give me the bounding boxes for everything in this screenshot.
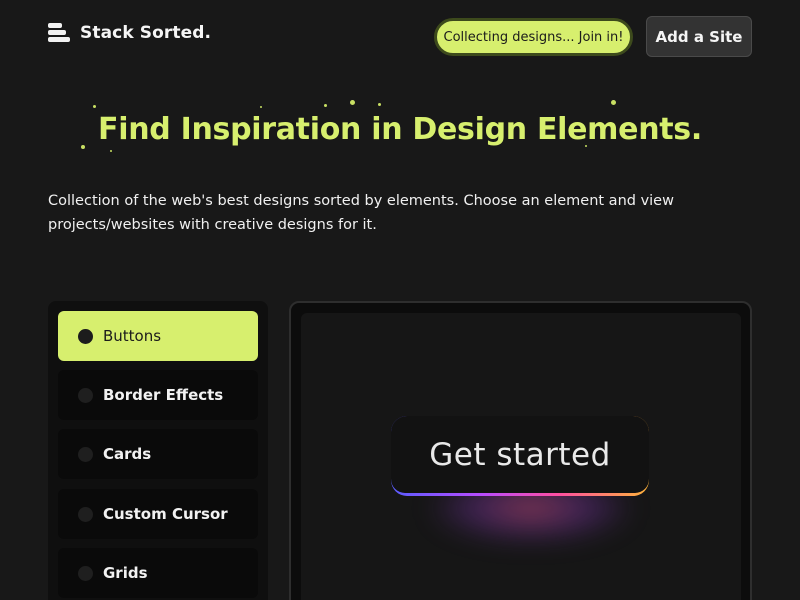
- get-started-label: Get started: [391, 416, 649, 493]
- preview-canvas: Get started: [301, 313, 741, 600]
- sidebar-item-label: Border Effects: [103, 386, 224, 404]
- sidebar-item-custom-cursor[interactable]: Custom Cursor: [58, 489, 258, 539]
- bullet-icon: [78, 506, 93, 522]
- sidebar-item-label: Cards: [103, 445, 152, 463]
- sparkle-dot: [324, 104, 327, 107]
- sidebar-item-label: Grids: [103, 564, 148, 582]
- element-sidebar: Buttons Border Effects Cards Custom Curs…: [48, 301, 268, 600]
- preview-panel: Get started: [289, 301, 752, 600]
- hero-title: Find Inspiration in Design Elements.: [98, 112, 702, 147]
- add-site-button[interactable]: Add a Site: [646, 16, 752, 57]
- sparkle-dot: [260, 106, 262, 108]
- sidebar-item-label: Custom Cursor: [103, 505, 228, 523]
- sidebar-item-cards[interactable]: Cards: [58, 429, 258, 479]
- sidebar-item-grids[interactable]: Grids: [58, 548, 258, 598]
- sidebar-item-buttons[interactable]: Buttons: [58, 311, 258, 361]
- bullet-icon: [78, 328, 93, 344]
- sparkle-dot: [350, 100, 355, 105]
- stack-icon: [48, 22, 70, 44]
- bullet-icon: [78, 387, 93, 403]
- sidebar-item-label: Buttons: [103, 327, 162, 345]
- get-started-button[interactable]: Get started: [391, 416, 649, 496]
- logo-text: Stack Sorted.: [80, 23, 212, 43]
- sparkle-dot: [110, 150, 112, 152]
- join-pill-button[interactable]: Collecting designs... Join in!: [434, 18, 633, 56]
- hero-description: Collection of the web's best designs sor…: [48, 193, 674, 233]
- bullet-icon: [78, 446, 93, 462]
- sparkle-dot: [378, 103, 381, 106]
- sidebar-item-border-effects[interactable]: Border Effects: [58, 370, 258, 420]
- sparkle-dot: [611, 100, 616, 105]
- bullet-icon: [78, 565, 93, 581]
- site-header: Stack Sorted. Collecting designs... Join…: [0, 0, 800, 72]
- sparkle-dot: [93, 105, 96, 108]
- logo[interactable]: Stack Sorted.: [48, 22, 211, 44]
